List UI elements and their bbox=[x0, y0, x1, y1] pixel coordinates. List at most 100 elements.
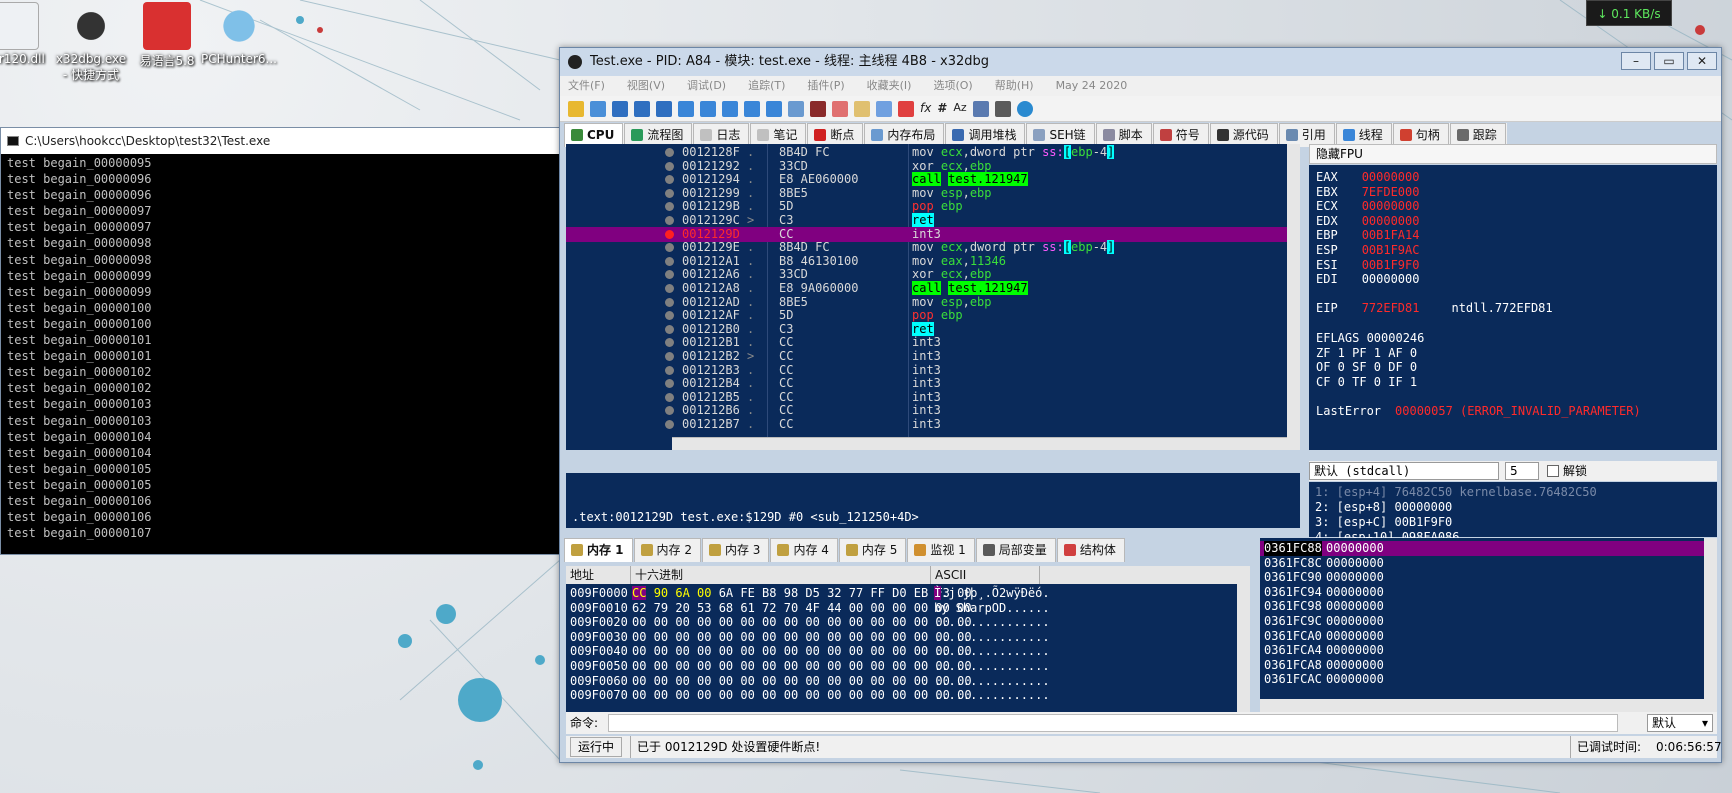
flags-line[interactable]: CF 0 TF 0 IF 1 bbox=[1316, 374, 1417, 390]
console-window[interactable]: C:\Users\hookcc\Desktop\test32\Test.exe … bbox=[0, 127, 562, 555]
menu-item[interactable]: 插件(P) bbox=[807, 76, 844, 96]
help-icon[interactable] bbox=[1016, 100, 1033, 117]
command-mode-select[interactable]: 默认 ▾ bbox=[1647, 714, 1713, 732]
stack-view[interactable]: 0361FC88 00000000 0361FC8C 00000000 0361FC90… bbox=[1260, 538, 1717, 712]
stack-row[interactable]: 0361FC94 00000000 bbox=[1260, 585, 1704, 600]
step-into-icon[interactable] bbox=[678, 100, 694, 117]
breakpoint-dot[interactable] bbox=[665, 324, 674, 334]
breakpoint-dot[interactable] bbox=[665, 352, 674, 361]
window-titlebar[interactable]: Test.exe - PID: A84 - 模块: test.exe - 线程:… bbox=[560, 48, 1721, 76]
pause-icon[interactable] bbox=[656, 100, 672, 117]
run-icon[interactable] bbox=[634, 100, 650, 117]
breakpoint-dot[interactable] bbox=[665, 202, 674, 212]
breakpoint-dot[interactable] bbox=[665, 406, 674, 416]
breakpoint-dot[interactable] bbox=[665, 175, 674, 185]
x32dbg-window[interactable]: Test.exe - PID: A84 - 模块: test.exe - 线程:… bbox=[559, 47, 1722, 763]
minimize-button[interactable]: – bbox=[1621, 52, 1651, 70]
breakpoint-dot[interactable] bbox=[665, 216, 674, 225]
close-icon[interactable] bbox=[612, 100, 628, 117]
menu-item[interactable]: 选项(O) bbox=[933, 76, 972, 96]
menu-item[interactable]: 收藏夹(I) bbox=[867, 76, 912, 96]
register-edx[interactable]: EDX 00000000 bbox=[1316, 213, 1419, 229]
breakpoint-dot[interactable] bbox=[665, 270, 674, 280]
register-edi[interactable]: EDI 00000000 bbox=[1316, 271, 1419, 287]
stack-row[interactable]: 0361FC90 00000000 bbox=[1260, 570, 1704, 585]
mem-tab-1[interactable]: 内存 2 bbox=[633, 538, 701, 562]
patch-icon[interactable] bbox=[832, 100, 848, 117]
mem-tab-6[interactable]: 局部变量 bbox=[975, 538, 1056, 562]
bookmarks-icon[interactable] bbox=[898, 100, 914, 117]
arg-count-spinner[interactable]: 5 bbox=[1505, 462, 1539, 480]
breakpoint-dot[interactable] bbox=[665, 161, 674, 171]
breakpoint-dot[interactable] bbox=[665, 311, 674, 321]
memory-dump[interactable]: 地址 十六进制 ASCII 009F0000 CC 90 6A 00 6A FE … bbox=[566, 566, 1250, 712]
labels-icon[interactable] bbox=[876, 100, 892, 117]
breakpoint-dot[interactable] bbox=[665, 420, 674, 429]
desktop-icon-pchunter[interactable]: PCHunter6... bbox=[200, 2, 278, 66]
step-over-icon[interactable] bbox=[700, 100, 716, 117]
register-ecx[interactable]: ECX 00000000 bbox=[1316, 198, 1419, 214]
mem-tab-4[interactable]: 内存 5 bbox=[838, 538, 907, 562]
stack-arg[interactable]: 1: [esp+4] 76482C50 kernelbase.76482C50 bbox=[1315, 485, 1717, 500]
desktop-icon-dll[interactable]: vcr120.dll bbox=[0, 2, 54, 66]
maximize-button[interactable]: ▭ bbox=[1654, 52, 1684, 70]
registers-view[interactable]: EAX 00000000 EBX 7EFDE000 ECX 00000000 EDX 0000… bbox=[1309, 165, 1717, 450]
close-button[interactable]: ✕ bbox=[1687, 52, 1717, 70]
breakpoint-dot[interactable] bbox=[665, 379, 674, 389]
register-ebp[interactable]: EBP 00B1FA14 bbox=[1316, 227, 1419, 243]
mem-tab-3[interactable]: 内存 4 bbox=[770, 538, 838, 562]
functions-icon[interactable]: fx bbox=[920, 101, 931, 117]
trace-over-icon[interactable] bbox=[744, 100, 760, 117]
register-esp[interactable]: ESP 00B1F9AC bbox=[1316, 242, 1419, 258]
breakpoint-dot[interactable] bbox=[665, 148, 674, 157]
breakpoint-dot[interactable] bbox=[665, 365, 674, 375]
restart-icon[interactable] bbox=[590, 100, 606, 117]
menu-item[interactable]: 帮助(H) bbox=[995, 76, 1034, 96]
console-titlebar[interactable]: C:\Users\hookcc\Desktop\test32\Test.exe bbox=[1, 128, 561, 154]
stack-row[interactable]: 0361FCAC 00000000 bbox=[1260, 672, 1704, 687]
trace-into-icon[interactable] bbox=[722, 100, 738, 117]
scylla-icon[interactable] bbox=[810, 100, 826, 117]
menu-item[interactable]: 调试(D) bbox=[687, 76, 726, 96]
desktop-icon-eyuyan[interactable]: 易语言5.8 bbox=[128, 2, 206, 69]
memory-vscrollbar[interactable] bbox=[1237, 584, 1250, 712]
breakpoint-dot[interactable] bbox=[665, 188, 674, 198]
breakpoint-dot[interactable] bbox=[665, 392, 674, 402]
register-eax[interactable]: EAX 00000000 bbox=[1316, 169, 1419, 185]
breakpoint-dot[interactable] bbox=[665, 297, 674, 307]
register-esi[interactable]: ESI 00B1F9F0 bbox=[1316, 257, 1419, 273]
stack-args-view[interactable]: 1: [esp+4] 76482C50 kernelbase.76482C50 2… bbox=[1309, 482, 1717, 544]
stack-row[interactable]: 0361FC9C 00000000 bbox=[1260, 614, 1704, 629]
breakpoint-dot[interactable] bbox=[665, 243, 674, 253]
register-ebx[interactable]: EBX 7EFDE000 bbox=[1316, 184, 1419, 200]
mem-tab-2[interactable]: 内存 3 bbox=[701, 538, 770, 562]
mem-tab-7[interactable]: 结构体 bbox=[1056, 538, 1125, 562]
open-icon[interactable] bbox=[568, 100, 584, 117]
stack-row[interactable]: 0361FCA4 00000000 bbox=[1260, 643, 1704, 658]
desktop-icon-x32dbg[interactable]: x32dbg.exe - 快捷方式 bbox=[52, 2, 130, 83]
calculator-icon[interactable] bbox=[972, 100, 989, 117]
menu-item[interactable]: 追踪(T) bbox=[748, 76, 785, 96]
flags-line[interactable]: ZF 1 PF 1 AF 0 bbox=[1316, 345, 1417, 361]
stack-row[interactable]: 0361FCA8 00000000 bbox=[1260, 658, 1704, 673]
stack-arg[interactable]: 2: [esp+8] 00000000 bbox=[1315, 500, 1717, 515]
run-to-user-code-icon[interactable] bbox=[788, 100, 804, 117]
stack-row[interactable]: 0361FCA0 00000000 bbox=[1260, 629, 1704, 644]
breakpoint-dot[interactable] bbox=[665, 256, 674, 266]
hide-fpu-toggle[interactable]: 隐藏FPU bbox=[1309, 144, 1717, 164]
register-eip[interactable]: EIP 772EFD81 ntdll.772EFD81 bbox=[1316, 300, 1553, 316]
menu-item[interactable]: 视图(V) bbox=[627, 76, 665, 96]
cheat-icon[interactable] bbox=[994, 100, 1011, 117]
mem-tab-0[interactable]: 内存 1 bbox=[564, 538, 633, 562]
comments-icon[interactable] bbox=[854, 100, 870, 117]
stack-row[interactable]: 0361FC98 00000000 bbox=[1260, 599, 1704, 614]
stack-row[interactable]: 0361FC8C 00000000 bbox=[1260, 556, 1704, 571]
breakpoint-dot[interactable] bbox=[665, 284, 674, 293]
disassembly-view[interactable]: 0012128F. 8B4D FC mov ecx,dword ptr ss:[eb… bbox=[566, 144, 1300, 450]
disasm-vscrollbar[interactable] bbox=[1287, 144, 1300, 450]
breakpoint-dot[interactable] bbox=[665, 229, 674, 239]
flags-line[interactable]: OF 0 SF 0 DF 0 bbox=[1316, 359, 1417, 375]
stack-vscrollbar[interactable] bbox=[1704, 538, 1717, 712]
strings-icon[interactable]: Az bbox=[953, 101, 966, 117]
call-convention-select[interactable]: 默认 (stdcall) bbox=[1309, 462, 1499, 480]
